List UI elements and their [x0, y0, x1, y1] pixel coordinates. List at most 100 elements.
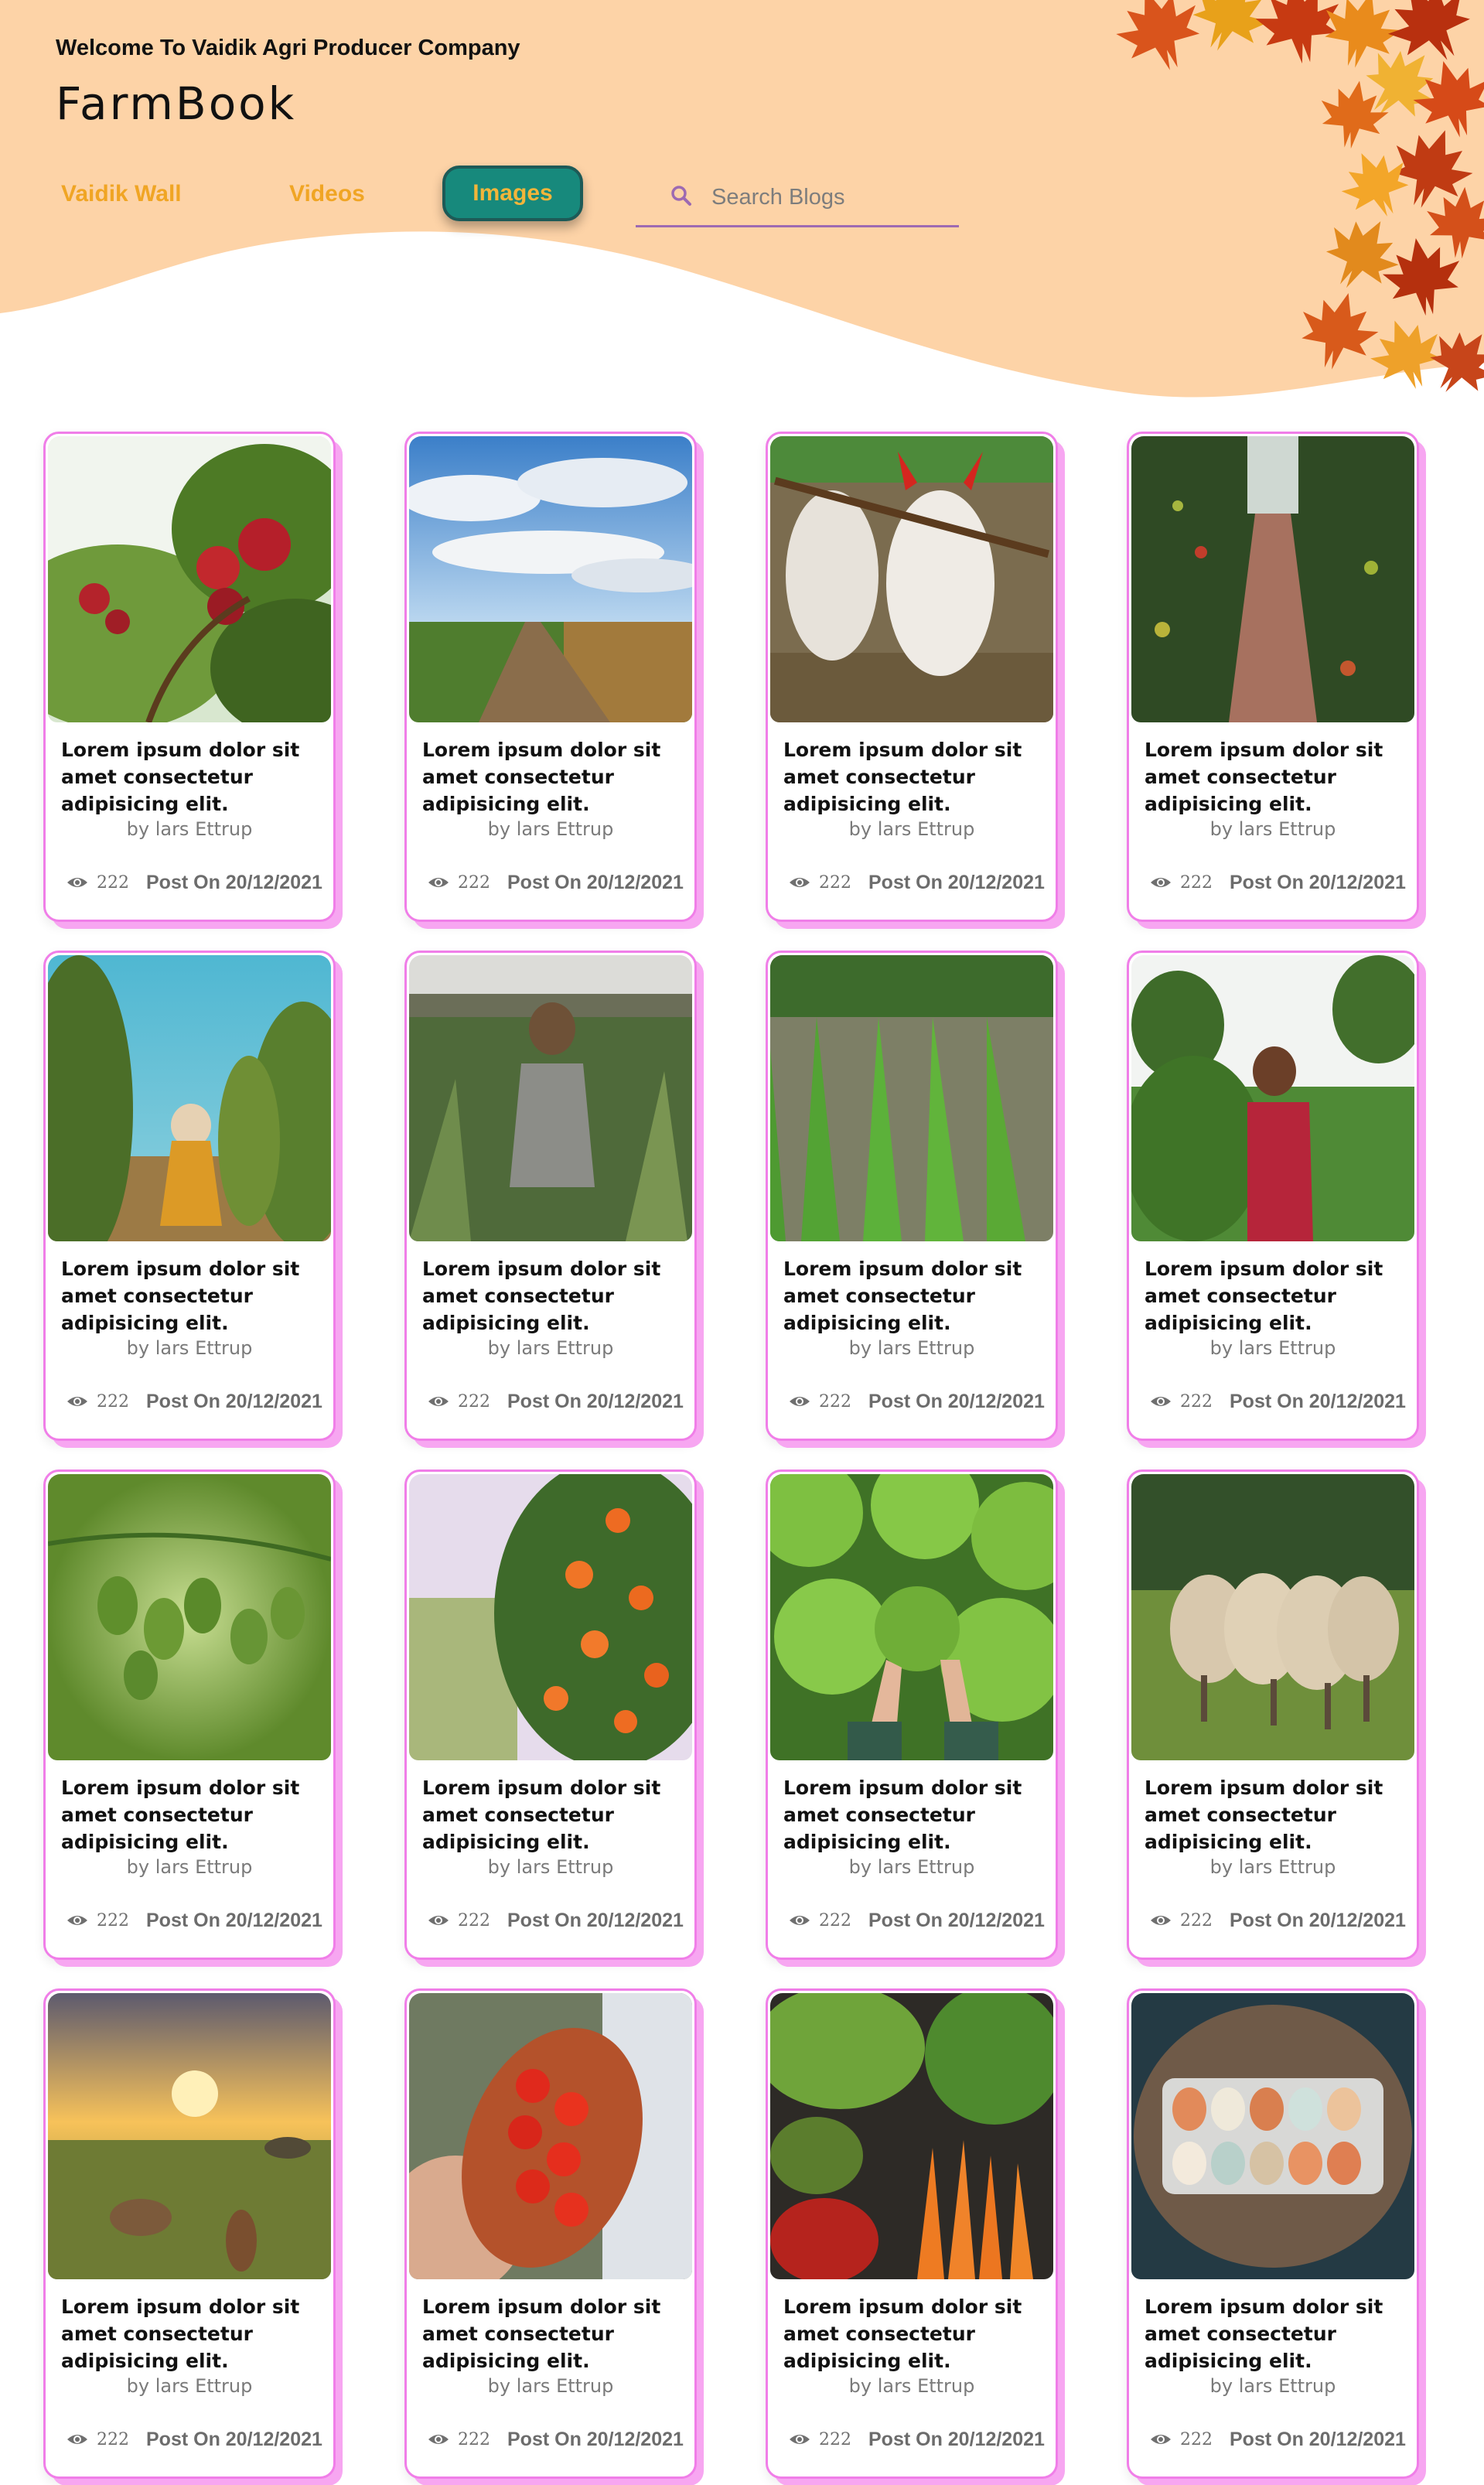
card-author: by lars Ettrup	[1209, 1337, 1336, 1359]
card-author: by lars Ettrup	[126, 2375, 253, 2397]
image-card[interactable]: Lorem ipsum dolor sit amet consectetur a…	[43, 1988, 336, 2479]
card-title[interactable]: Lorem ipsum dolor sit amet consectetur a…	[422, 1774, 685, 1855]
card-author: by lars Ettrup	[487, 1337, 614, 1359]
card-image-orange-tree[interactable]	[409, 1474, 692, 1760]
card-image-sheep[interactable]	[1131, 1474, 1414, 1760]
eye-icon	[1151, 2435, 1171, 2444]
card-image-apple-tree[interactable]	[48, 436, 331, 722]
image-card[interactable]: Lorem ipsum dolor sit amet consectetur a…	[766, 432, 1058, 922]
card-author: by lars Ettrup	[487, 2375, 614, 2397]
image-card[interactable]: Lorem ipsum dolor sit amet consectetur a…	[404, 432, 697, 922]
card-title[interactable]: Lorem ipsum dolor sit amet consectetur a…	[61, 1255, 324, 1336]
image-card[interactable]: Lorem ipsum dolor sit amet consectetur a…	[404, 1988, 697, 2479]
card-title[interactable]: Lorem ipsum dolor sit amet consectetur a…	[422, 2293, 685, 2374]
view-count-value: 222	[819, 1911, 851, 1930]
card-title[interactable]: Lorem ipsum dolor sit amet consectetur a…	[61, 2293, 324, 2374]
card-title[interactable]: Lorem ipsum dolor sit amet consectetur a…	[1145, 736, 1407, 818]
search-bar[interactable]	[636, 170, 959, 227]
card-image-eggs[interactable]	[1131, 1993, 1414, 2279]
post-date: Post On 20/12/2021	[868, 1391, 1045, 1412]
card-image-field-road[interactable]	[409, 436, 692, 722]
post-date: Post On 20/12/2021	[1230, 872, 1406, 893]
card-image-sunset-horses[interactable]	[48, 1993, 331, 2279]
eye-icon	[67, 1916, 87, 1925]
card-image-corn-field[interactable]	[409, 955, 692, 1241]
card-image-rice-paddy[interactable]	[770, 955, 1053, 1241]
image-card[interactable]: Lorem ipsum dolor sit amet consectetur a…	[43, 951, 336, 1441]
image-card[interactable]: Lorem ipsum dolor sit amet consectetur a…	[404, 951, 697, 1441]
nav-videos[interactable]: Videos	[289, 181, 365, 207]
card-author: by lars Ettrup	[126, 1337, 253, 1359]
view-count-value: 222	[97, 1911, 129, 1930]
card-image-tomato-rows[interactable]	[1131, 436, 1414, 722]
view-count-value: 222	[458, 1911, 490, 1930]
view-count-value: 222	[458, 2430, 490, 2449]
card-title[interactable]: Lorem ipsum dolor sit amet consectetur a…	[1145, 1774, 1407, 1855]
image-card[interactable]: Lorem ipsum dolor sit amet consectetur a…	[1127, 432, 1419, 922]
search-icon	[671, 186, 691, 206]
card-image-farmer-woman[interactable]	[1131, 955, 1414, 1241]
search-input[interactable]	[710, 178, 945, 217]
eye-icon	[790, 878, 810, 887]
eye-icon	[1151, 1916, 1171, 1925]
nav-vaidik-wall[interactable]: Vaidik Wall	[61, 181, 182, 207]
view-count-value: 222	[1180, 1911, 1213, 1930]
card-title[interactable]: Lorem ipsum dolor sit amet consectetur a…	[1145, 1255, 1407, 1336]
card-title[interactable]: Lorem ipsum dolor sit amet consectetur a…	[61, 1774, 324, 1855]
nav-images[interactable]: Images	[442, 166, 583, 221]
post-date: Post On 20/12/2021	[1230, 1391, 1406, 1412]
eye-icon	[67, 878, 87, 887]
image-card[interactable]: Lorem ipsum dolor sit amet consectetur a…	[1127, 1988, 1419, 2479]
card-title[interactable]: Lorem ipsum dolor sit amet consectetur a…	[783, 1255, 1046, 1336]
card-image-lettuce[interactable]	[770, 1474, 1053, 1760]
eye-icon	[67, 1397, 87, 1406]
view-count-value: 222	[458, 1392, 490, 1411]
image-card[interactable]: Lorem ipsum dolor sit amet consectetur a…	[43, 1469, 336, 1960]
post-date: Post On 20/12/2021	[1230, 2429, 1406, 2450]
card-title[interactable]: Lorem ipsum dolor sit amet consectetur a…	[1145, 2293, 1407, 2374]
card-image-bulls[interactable]	[770, 436, 1053, 722]
card-image-tomato-bowl[interactable]	[409, 1993, 692, 2279]
card-title[interactable]: Lorem ipsum dolor sit amet consectetur a…	[783, 736, 1046, 818]
card-image-vineyard[interactable]	[48, 955, 331, 1241]
card-title[interactable]: Lorem ipsum dolor sit amet consectetur a…	[422, 1255, 685, 1336]
view-count-value: 222	[97, 873, 129, 893]
eye-icon	[428, 1397, 449, 1406]
card-title[interactable]: Lorem ipsum dolor sit amet consectetur a…	[422, 736, 685, 818]
view-count-value: 222	[819, 873, 851, 893]
card-author: by lars Ettrup	[487, 818, 614, 840]
view-count-value: 222	[1180, 2430, 1213, 2449]
eye-icon	[428, 878, 449, 887]
image-card[interactable]: Lorem ipsum dolor sit amet consectetur a…	[1127, 951, 1419, 1441]
image-card[interactable]: Lorem ipsum dolor sit amet consectetur a…	[1127, 1469, 1419, 1960]
image-card[interactable]: Lorem ipsum dolor sit amet consectetur a…	[766, 1988, 1058, 2479]
post-date: Post On 20/12/2021	[146, 1391, 322, 1412]
post-date: Post On 20/12/2021	[1230, 1910, 1406, 1931]
post-date: Post On 20/12/2021	[146, 1910, 322, 1931]
image-card[interactable]: Lorem ipsum dolor sit amet consectetur a…	[766, 1469, 1058, 1960]
card-author: by lars Ettrup	[848, 1337, 975, 1359]
post-date: Post On 20/12/2021	[507, 2429, 684, 2450]
image-card[interactable]: Lorem ipsum dolor sit amet consectetur a…	[404, 1469, 697, 1960]
view-count-value: 222	[458, 873, 490, 893]
card-author: by lars Ettrup	[1209, 2375, 1336, 2397]
eye-icon	[428, 1916, 449, 1925]
card-author: by lars Ettrup	[126, 818, 253, 840]
card-image-vegetables[interactable]	[770, 1993, 1053, 2279]
maple-leaves-decoration	[1105, 0, 1484, 410]
card-title[interactable]: Lorem ipsum dolor sit amet consectetur a…	[783, 2293, 1046, 2374]
eye-icon	[790, 2435, 810, 2444]
post-date: Post On 20/12/2021	[146, 2429, 322, 2450]
card-author: by lars Ettrup	[848, 2375, 975, 2397]
card-title[interactable]: Lorem ipsum dolor sit amet consectetur a…	[783, 1774, 1046, 1855]
brand-title: FarmBook	[56, 77, 297, 130]
post-date: Post On 20/12/2021	[507, 1910, 684, 1931]
card-title[interactable]: Lorem ipsum dolor sit amet consectetur a…	[61, 736, 324, 818]
card-image-green-tomatoes[interactable]	[48, 1474, 331, 1760]
card-author: by lars Ettrup	[1209, 818, 1336, 840]
post-date: Post On 20/12/2021	[146, 872, 322, 893]
image-card[interactable]: Lorem ipsum dolor sit amet consectetur a…	[43, 432, 336, 922]
image-card[interactable]: Lorem ipsum dolor sit amet consectetur a…	[766, 951, 1058, 1441]
eye-icon	[67, 2435, 87, 2444]
view-count-value: 222	[1180, 1392, 1213, 1411]
